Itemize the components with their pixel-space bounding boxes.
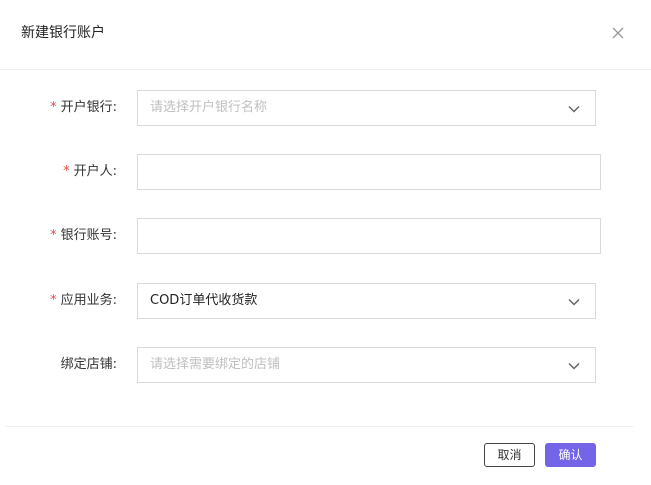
required-mark: * (50, 100, 57, 115)
store-select-placeholder: 请选择需要绑定的店铺 (150, 357, 281, 372)
form-row-business: * 应用业务: COD订单代收货款 (0, 283, 651, 319)
business-select-value: COD订单代收货款 (150, 293, 258, 308)
form-row-account-number: * 银行账号: (0, 218, 651, 254)
chevron-down-icon (567, 359, 581, 373)
store-select[interactable]: 请选择需要绑定的店铺 (137, 347, 596, 383)
dialog-title: 新建银行账户 (21, 25, 105, 41)
store-label-text: 绑定店铺: (60, 357, 117, 372)
business-label: * 应用业务: (50, 291, 117, 311)
form-row-store: 绑定店铺: 请选择需要绑定的店铺 (0, 347, 651, 383)
chevron-down-icon (567, 295, 581, 309)
chevron-down-icon (567, 102, 581, 116)
confirm-button[interactable]: 确认 (545, 443, 596, 467)
holder-input[interactable] (137, 154, 601, 190)
bank-label-text: 开户银行: (60, 100, 117, 115)
account-number-label-text: 银行账号: (60, 228, 117, 243)
business-label-text: 应用业务: (60, 293, 117, 308)
bank-label: * 开户银行: (50, 98, 117, 118)
holder-label-text: 开户人: (73, 164, 117, 179)
required-mark: * (50, 228, 57, 243)
business-select[interactable]: COD订单代收货款 (137, 283, 596, 319)
cancel-button[interactable]: 取消 (484, 443, 535, 467)
holder-label: * 开户人: (63, 162, 117, 182)
account-number-input[interactable] (137, 218, 601, 254)
required-mark: * (63, 164, 70, 179)
bank-select-placeholder: 请选择开户银行名称 (150, 100, 268, 115)
store-label: 绑定店铺: (61, 355, 117, 375)
dialog-header: 新建银行账户 (0, 0, 651, 70)
close-icon (609, 24, 627, 42)
new-bank-account-dialog: 新建银行账户 * 开户银行: 请选择开户银行名称 * 开户人: * 银行账号: … (0, 0, 651, 485)
required-mark: * (50, 293, 57, 308)
footer-divider (5, 426, 633, 427)
form-row-holder: * 开户人: (0, 154, 651, 190)
account-number-label: * 银行账号: (50, 226, 117, 246)
form-row-bank: * 开户银行: 请选择开户银行名称 (0, 90, 651, 126)
close-button[interactable] (609, 24, 627, 42)
bank-select[interactable]: 请选择开户银行名称 (137, 90, 596, 126)
